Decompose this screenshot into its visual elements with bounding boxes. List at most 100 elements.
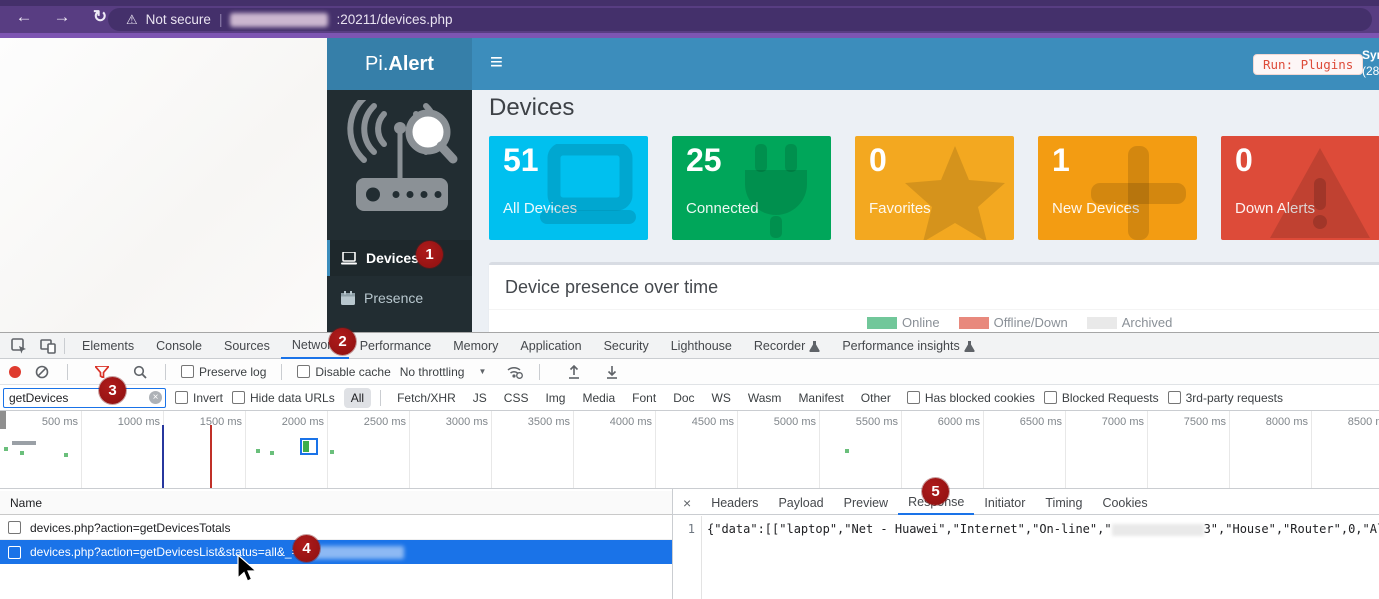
card-value: 25 xyxy=(686,142,722,179)
tab-recorder[interactable]: Recorder xyxy=(743,333,831,359)
network-filter-input[interactable] xyxy=(3,388,166,408)
checkbox[interactable] xyxy=(1168,391,1181,404)
filter-chip-media[interactable]: Media xyxy=(575,388,622,408)
card-favorites[interactable]: 0 Favorites xyxy=(855,136,1014,240)
filter-chip-font[interactable]: Font xyxy=(625,388,663,408)
request-details-tabs: × Headers Payload Preview Response Initi… xyxy=(673,491,1379,515)
tab-preview[interactable]: Preview xyxy=(834,491,898,515)
filter-chip-js[interactable]: JS xyxy=(466,388,494,408)
record-button[interactable] xyxy=(9,366,21,378)
tab-label: Application xyxy=(520,339,581,353)
page-background xyxy=(0,38,327,332)
request-row-get-devices-totals[interactable]: devices.php?action=getDevicesTotals xyxy=(0,516,672,540)
tab-elements[interactable]: Elements xyxy=(71,333,145,359)
device-toolbar-icon[interactable] xyxy=(38,338,58,354)
tab-memory[interactable]: Memory xyxy=(442,333,509,359)
run-plugins-button[interactable]: Run: Plugins xyxy=(1253,54,1363,75)
forward-button[interactable]: → xyxy=(50,7,74,27)
checkbox[interactable] xyxy=(297,365,310,378)
tab-payload[interactable]: Payload xyxy=(768,491,833,515)
legend-swatch-offline xyxy=(959,317,989,329)
card-new-devices[interactable]: 1 New Devices xyxy=(1038,136,1197,240)
close-icon[interactable]: × xyxy=(673,495,701,511)
tab-application[interactable]: Application xyxy=(509,333,592,359)
router-logo xyxy=(340,100,460,230)
import-har-icon[interactable] xyxy=(564,364,584,380)
card-down-alerts[interactable]: 0 Down Alerts xyxy=(1221,136,1379,240)
annotation-badge-1: 1 xyxy=(416,241,443,268)
tab-cookies[interactable]: Cookies xyxy=(1092,491,1157,515)
omnibox-separator: | xyxy=(219,12,223,27)
hide-data-urls-checkbox[interactable]: Hide data URLs xyxy=(232,391,335,405)
hamburger-menu-icon[interactable]: ≡ xyxy=(490,49,503,75)
tab-label: Preview xyxy=(844,496,888,510)
checkbox[interactable] xyxy=(175,391,188,404)
not-secure-label[interactable]: Not secure xyxy=(146,12,211,27)
filter-chip-img[interactable]: Img xyxy=(538,388,572,408)
network-conditions-icon[interactable] xyxy=(504,364,524,380)
tab-console[interactable]: Console xyxy=(145,333,213,359)
preserve-log-checkbox[interactable]: Preserve log xyxy=(181,365,266,379)
filter-chip-manifest[interactable]: Manifest xyxy=(791,388,850,408)
invert-checkbox[interactable]: Invert xyxy=(175,391,223,405)
address-bar[interactable]: ⚠ Not secure | :20211/devices.php xyxy=(108,8,1372,31)
throttling-dropdown[interactable]: No throttling ▼ xyxy=(400,365,487,379)
timeline-request-dot xyxy=(845,449,849,453)
checkbox-label: Has blocked cookies xyxy=(925,391,1035,405)
export-har-icon[interactable] xyxy=(602,364,622,380)
filter-chip-other[interactable]: Other xyxy=(854,388,898,408)
app-brand[interactable]: Pi.Alert xyxy=(327,38,472,90)
filter-chip-doc[interactable]: Doc xyxy=(666,388,701,408)
annotation-badge-4: 4 xyxy=(293,535,320,562)
blocked-requests-checkbox[interactable]: Blocked Requests xyxy=(1044,391,1159,405)
tab-headers[interactable]: Headers xyxy=(701,491,768,515)
card-connected[interactable]: 25 Connected xyxy=(672,136,831,240)
request-row-get-devices-list[interactable]: devices.php?action=getDevicesList&status… xyxy=(0,540,672,564)
network-overview-timeline[interactable]: 500 ms 1000 ms 1500 ms 2000 ms 2500 ms 3… xyxy=(0,411,1379,489)
legend-label-offline: Offline/Down xyxy=(994,315,1068,330)
filter-chip-all[interactable]: All xyxy=(344,388,371,408)
devtools-panel: Elements Console Sources Network Perform… xyxy=(0,332,1379,599)
inspect-element-icon[interactable] xyxy=(9,338,29,354)
tab-performance-insights[interactable]: Performance insights xyxy=(831,333,985,359)
brand-prefix: Pi. xyxy=(365,53,388,76)
tab-timing[interactable]: Timing xyxy=(1035,491,1092,515)
card-all-devices[interactable]: 51 All Devices xyxy=(489,136,648,240)
checkbox[interactable] xyxy=(1044,391,1057,404)
toolbar-separator xyxy=(380,390,381,406)
third-party-requests-checkbox[interactable]: 3rd-party requests xyxy=(1168,391,1283,405)
filter-chip-wasm[interactable]: Wasm xyxy=(741,388,789,408)
sidebar-item-presence[interactable]: Presence xyxy=(327,280,472,316)
checkbox[interactable] xyxy=(181,365,194,378)
name-column-header[interactable]: Name xyxy=(10,496,42,510)
tab-performance[interactable]: Performance xyxy=(349,333,443,359)
clear-filter-icon[interactable]: × xyxy=(149,391,162,404)
tab-security[interactable]: Security xyxy=(593,333,660,359)
request-name: devices.php?action=getDevicesTotals xyxy=(30,521,230,535)
timeline-request-dot xyxy=(270,451,274,455)
url-text[interactable]: :20211/devices.php xyxy=(336,12,452,27)
filter-chip-fetch-xhr[interactable]: Fetch/XHR xyxy=(390,388,463,408)
tab-label: Performance xyxy=(360,339,432,353)
disable-cache-checkbox[interactable]: Disable cache xyxy=(297,365,390,379)
request-table-header[interactable]: Name xyxy=(0,491,672,515)
response-body[interactable]: 1 {"data":[["laptop","Net - Huawei","Int… xyxy=(673,516,1379,599)
sidebar-item-devices[interactable]: Devices xyxy=(327,240,472,276)
tab-lighthouse[interactable]: Lighthouse xyxy=(660,333,743,359)
toolbar-separator xyxy=(281,364,282,380)
checkbox[interactable] xyxy=(8,546,21,559)
back-button[interactable]: ← xyxy=(12,7,36,27)
filter-chip-ws[interactable]: WS xyxy=(705,388,738,408)
search-icon[interactable] xyxy=(130,364,150,380)
checkbox[interactable] xyxy=(232,391,245,404)
filter-chip-css[interactable]: CSS xyxy=(497,388,536,408)
tab-initiator[interactable]: Initiator xyxy=(974,491,1035,515)
checkbox[interactable] xyxy=(907,391,920,404)
sidebar-item-label: Devices xyxy=(366,250,419,266)
tab-sources[interactable]: Sources xyxy=(213,333,281,359)
tab-label: Payload xyxy=(778,496,823,510)
clear-icon[interactable] xyxy=(32,364,52,380)
has-blocked-cookies-checkbox[interactable]: Has blocked cookies xyxy=(907,391,1035,405)
checkbox[interactable] xyxy=(8,521,21,534)
legend-swatch-archived xyxy=(1087,317,1117,329)
